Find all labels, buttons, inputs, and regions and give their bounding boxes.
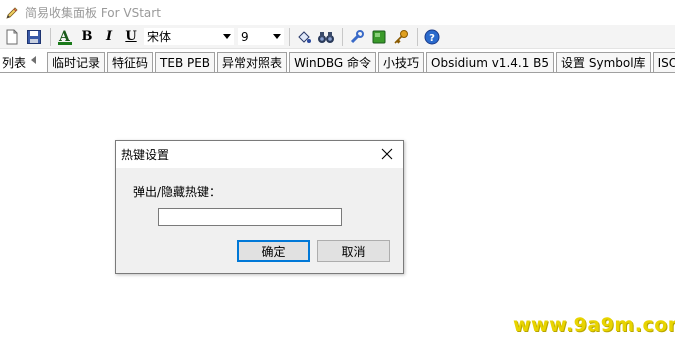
hotkey-input[interactable] (158, 208, 342, 226)
toolbar-separator (50, 27, 51, 46)
hotkey-label: 弹出/隐藏热键： (133, 185, 222, 199)
tab-list-label[interactable]: 列表 (2, 54, 26, 71)
dialog-title-bar: 热键设置 (116, 141, 403, 168)
svg-text:?: ? (429, 33, 435, 44)
tab-strip: 列表 临时记录 特征码 TEB PEB 异常对照表 WinDBG 命令 小技巧 … (0, 50, 675, 73)
bold-button[interactable]: B (77, 27, 97, 47)
chevron-left-icon[interactable] (31, 56, 36, 64)
paint-bucket-icon[interactable] (294, 27, 314, 47)
italic-button[interactable]: I (99, 27, 119, 47)
underline-button[interactable]: U (121, 27, 141, 47)
window-title: 简易收集面板 For VStart (25, 6, 161, 20)
help-icon[interactable]: ? (422, 27, 442, 47)
font-name-value: 宋体 (147, 30, 172, 44)
pencil-icon (5, 6, 19, 20)
save-icon[interactable] (24, 27, 44, 47)
toolbar: A B I U 宋体 9 ? (0, 25, 675, 49)
close-icon[interactable] (379, 146, 395, 162)
toolbar-separator (342, 27, 343, 46)
chevron-down-icon (223, 34, 231, 39)
green-square-icon[interactable] (369, 27, 389, 47)
new-document-icon[interactable] (2, 27, 22, 47)
tab-teb-peb[interactable]: TEB PEB (155, 52, 216, 72)
tab-tips[interactable]: 小技巧 (377, 52, 424, 72)
hotkey-dialog: 热键设置 弹出/隐藏热键： 确定 取消 (115, 140, 404, 274)
tab-signatures[interactable]: 特征码 (107, 52, 154, 72)
tab-list: 临时记录 特征码 TEB PEB 异常对照表 WinDBG 命令 小技巧 Obs… (47, 52, 675, 72)
toolbar-separator (417, 27, 418, 46)
tab-windbg-commands[interactable]: WinDBG 命令 (289, 52, 376, 72)
tools-icon[interactable] (347, 27, 367, 47)
tab-symbol-settings[interactable]: 设置 Symbol库 (556, 52, 651, 72)
toolbar-separator (289, 27, 290, 46)
tab-temp-notes[interactable]: 临时记录 (47, 52, 106, 72)
key-icon[interactable] (391, 27, 411, 47)
tab-exception-table[interactable]: 异常对照表 (217, 52, 288, 72)
font-color-icon[interactable]: A (55, 27, 75, 47)
binoculars-icon[interactable] (316, 27, 336, 47)
cancel-button[interactable]: 取消 (317, 240, 390, 262)
font-size-select[interactable]: 9 (237, 27, 285, 46)
font-name-select[interactable]: 宋体 (143, 27, 235, 46)
ok-button[interactable]: 确定 (237, 240, 310, 262)
title-bar: 简易收集面板 For VStart (0, 0, 675, 25)
tab-obsidium[interactable]: Obsidium v1.4.1 B5 (426, 52, 555, 72)
chevron-down-icon (273, 34, 281, 39)
watermark-text: www.9a9m.com (513, 314, 675, 336)
dialog-title: 热键设置 (121, 148, 170, 162)
font-size-value: 9 (241, 29, 249, 44)
tab-iso-ansi[interactable]: ISO ANSI (652, 52, 675, 72)
